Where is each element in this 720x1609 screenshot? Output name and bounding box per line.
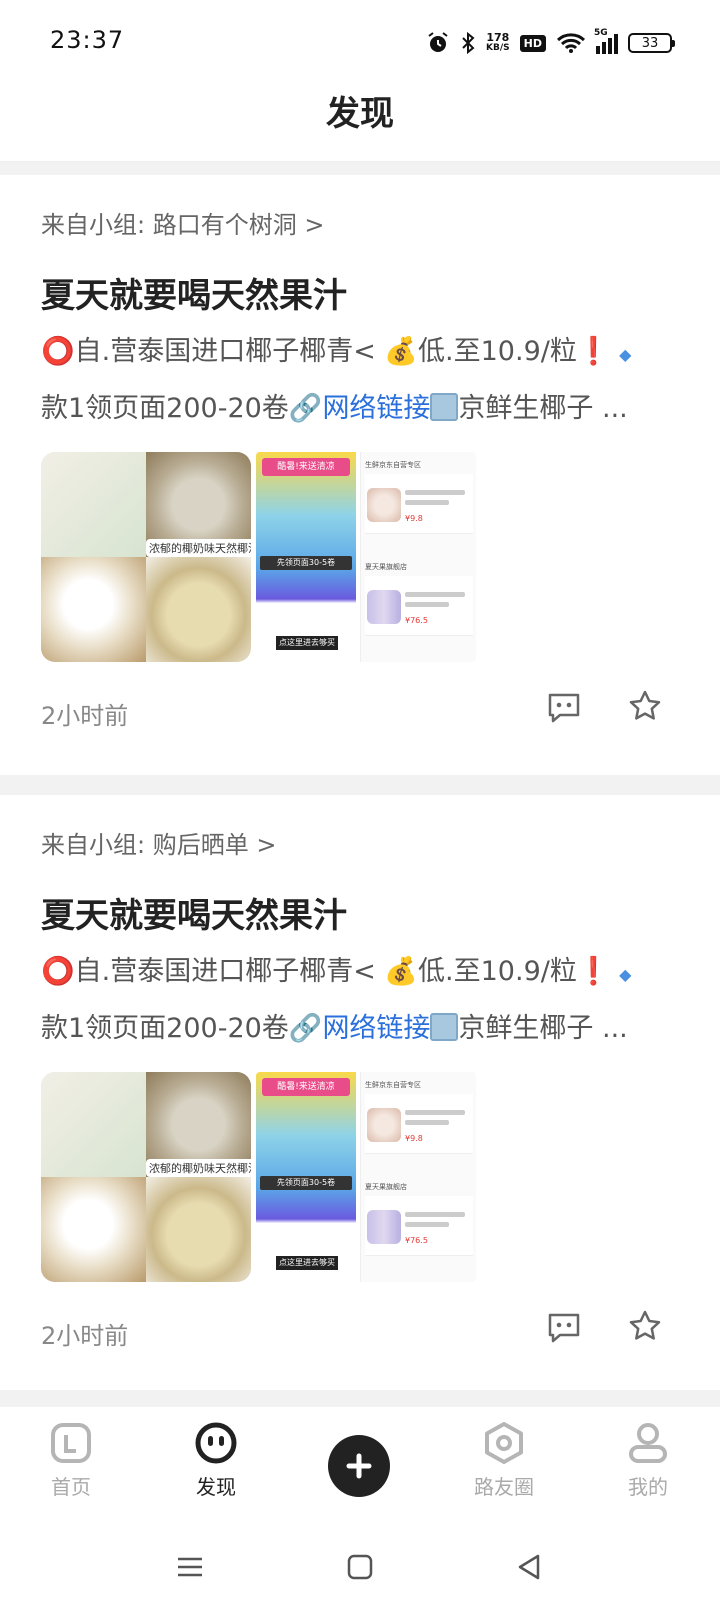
tab-label: 路友圈 bbox=[474, 1475, 534, 1499]
post-card[interactable]: 来自小组: 路口有个树洞 > 夏天就要喝天然果汁 ⭕自.营泰国进口椰子椰青< 💰… bbox=[0, 175, 720, 775]
post-image[interactable]: 浓郁的椰奶味天然椰汁 bbox=[41, 452, 251, 662]
post-image[interactable]: 酷暑!来送清凉 先领页面30-5卷 点这里进去够买 生鲜京东自营专区 ¥9.8 … bbox=[256, 452, 476, 662]
nav-header: 发现 bbox=[0, 80, 720, 162]
body-line2-post: 京鲜生椰子 ... bbox=[458, 1013, 628, 1044]
comment-icon[interactable] bbox=[546, 1311, 582, 1343]
page-title: 发现 bbox=[326, 94, 394, 134]
exclamation-icon: ❗ bbox=[576, 956, 611, 987]
image-pill: 先领页面30-5卷 bbox=[260, 556, 352, 570]
tab-discover[interactable]: 发现 bbox=[166, 1421, 266, 1500]
body-line1-pre: 自.营泰国进口椰子椰青< bbox=[74, 956, 385, 987]
battery-icon: 33 bbox=[628, 33, 675, 53]
body-line2-pre: 款1领页面200-20卷 bbox=[41, 393, 289, 424]
body-link[interactable]: 网络链接 bbox=[322, 1013, 430, 1044]
alarm-icon bbox=[428, 32, 448, 52]
post-time: 2小时前 bbox=[41, 702, 129, 730]
circle-icon bbox=[485, 1422, 523, 1464]
home-icon bbox=[51, 1423, 91, 1463]
red-circle-icon: ⭕ bbox=[41, 336, 75, 367]
tab-friends[interactable]: 路友圈 bbox=[454, 1421, 554, 1500]
post-image[interactable]: 浓郁的椰奶味天然椰汁 bbox=[41, 1072, 251, 1282]
network-label: 5G bbox=[594, 28, 608, 38]
group-link[interactable]: 来自小组: 路口有个树洞 > bbox=[41, 205, 324, 240]
feed[interactable]: 来自小组: 路口有个树洞 > 夏天就要喝天然果汁 ⭕自.营泰国进口椰子椰青< 💰… bbox=[0, 175, 720, 1410]
tab-label: 我的 bbox=[628, 1475, 668, 1499]
status-time: 23:37 bbox=[50, 26, 125, 54]
status-bar: 23:37 178 KB/S HD 5G 33 bbox=[0, 0, 720, 80]
post-image[interactable]: 酷暑!来送清凉 先领页面30-5卷 点这里进去够买 生鲜京东自营专区 ¥9.8 … bbox=[256, 1072, 476, 1282]
tab-home[interactable]: 首页 bbox=[21, 1421, 121, 1500]
tab-label: 首页 bbox=[51, 1475, 91, 1499]
post-body[interactable]: ⭕自.营泰国进口椰子椰青< 💰低.至10.9/粒❗ ◆ 款1领页面200-20卷… bbox=[41, 945, 681, 1056]
discover-icon bbox=[195, 1422, 237, 1464]
plus-icon bbox=[346, 1453, 372, 1479]
net-speed-value: 178 bbox=[486, 31, 510, 44]
post-body[interactable]: ⭕自.营泰国进口椰子椰青< 💰低.至10.9/粒❗ ◆ 款1领页面200-20卷… bbox=[41, 325, 681, 436]
tab-mine[interactable]: 我的 bbox=[598, 1421, 698, 1500]
image-pill: 先领页面30-5卷 bbox=[260, 1176, 352, 1190]
signal-icon: 5G bbox=[594, 28, 618, 54]
image-caption: 浓郁的椰奶味天然椰汁 bbox=[146, 539, 251, 557]
body-line1-mid: 低.至10.9/粒 bbox=[418, 336, 577, 367]
bluetooth-icon bbox=[462, 31, 475, 55]
comment-icon[interactable] bbox=[546, 691, 582, 723]
red-circle-icon: ⭕ bbox=[41, 956, 75, 987]
image-button: 点这里进去够买 bbox=[276, 1256, 338, 1270]
back-icon[interactable] bbox=[514, 1551, 546, 1583]
image-price: ¥9.8 bbox=[405, 514, 423, 523]
image-banner: 酷暑!来送清凉 bbox=[262, 1078, 350, 1096]
image-price: ¥9.8 bbox=[405, 1134, 423, 1143]
body-link[interactable]: 网络链接 bbox=[322, 393, 430, 424]
home-square-icon[interactable] bbox=[344, 1551, 376, 1583]
image-store-name: 夏天果旗舰店 bbox=[365, 563, 407, 571]
post-card[interactable]: 来自小组: 购后晒单 > 夏天就要喝天然果汁 ⭕自.营泰国进口椰子椰青< 💰低.… bbox=[0, 795, 720, 1390]
image-price: ¥76.5 bbox=[405, 616, 428, 625]
star-icon[interactable] bbox=[628, 1309, 662, 1343]
wifi-icon bbox=[556, 33, 586, 53]
status-icons: 178 KB/S HD 5G 33 bbox=[426, 28, 675, 58]
tab-label: 发现 bbox=[196, 1475, 236, 1499]
square-icon bbox=[430, 1013, 459, 1041]
image-banner: 酷暑!来送清凉 bbox=[262, 458, 350, 476]
tab-bar: 首页 发现 路友圈 我的 bbox=[0, 1407, 720, 1527]
exclamation-icon: ❗ bbox=[576, 336, 611, 367]
link-icon: 🔗 bbox=[288, 1013, 323, 1044]
group-link[interactable]: 来自小组: 购后晒单 > bbox=[41, 825, 276, 860]
image-store-name: 生鲜京东自营专区 bbox=[365, 461, 421, 469]
profile-icon bbox=[629, 1423, 667, 1463]
net-speed-unit: KB/S bbox=[486, 43, 510, 53]
body-line1-pre: 自.营泰国进口椰子椰青< bbox=[74, 336, 385, 367]
create-post-button[interactable] bbox=[328, 1435, 390, 1497]
hd-badge: HD bbox=[519, 34, 546, 52]
star-icon[interactable] bbox=[628, 689, 662, 723]
image-store-name: 夏天果旗舰店 bbox=[365, 1183, 407, 1191]
post-time: 2小时前 bbox=[41, 1322, 129, 1350]
battery-level: 33 bbox=[641, 35, 659, 51]
diamond-icon: ◆ bbox=[619, 965, 632, 984]
body-line2-post: 京鲜生椰子 ... bbox=[458, 393, 628, 424]
link-icon: 🔗 bbox=[288, 393, 323, 424]
body-line1-mid: 低.至10.9/粒 bbox=[418, 956, 577, 987]
square-icon bbox=[430, 393, 459, 421]
image-price: ¥76.5 bbox=[405, 1236, 428, 1245]
money-bag-icon: 💰 bbox=[384, 956, 419, 987]
money-bag-icon: 💰 bbox=[384, 336, 419, 367]
diamond-icon: ◆ bbox=[619, 345, 632, 364]
image-caption: 浓郁的椰奶味天然椰汁 bbox=[146, 1159, 251, 1177]
image-button: 点这里进去够买 bbox=[276, 636, 338, 650]
menu-icon[interactable] bbox=[174, 1551, 206, 1583]
body-line2-pre: 款1领页面200-20卷 bbox=[41, 1013, 289, 1044]
image-store-name: 生鲜京东自营专区 bbox=[365, 1081, 421, 1089]
post-title[interactable]: 夏天就要喝天然果汁 bbox=[41, 888, 347, 937]
post-title[interactable]: 夏天就要喝天然果汁 bbox=[41, 268, 347, 317]
net-speed: 178 KB/S bbox=[486, 32, 510, 54]
system-nav-bar bbox=[0, 1527, 720, 1609]
